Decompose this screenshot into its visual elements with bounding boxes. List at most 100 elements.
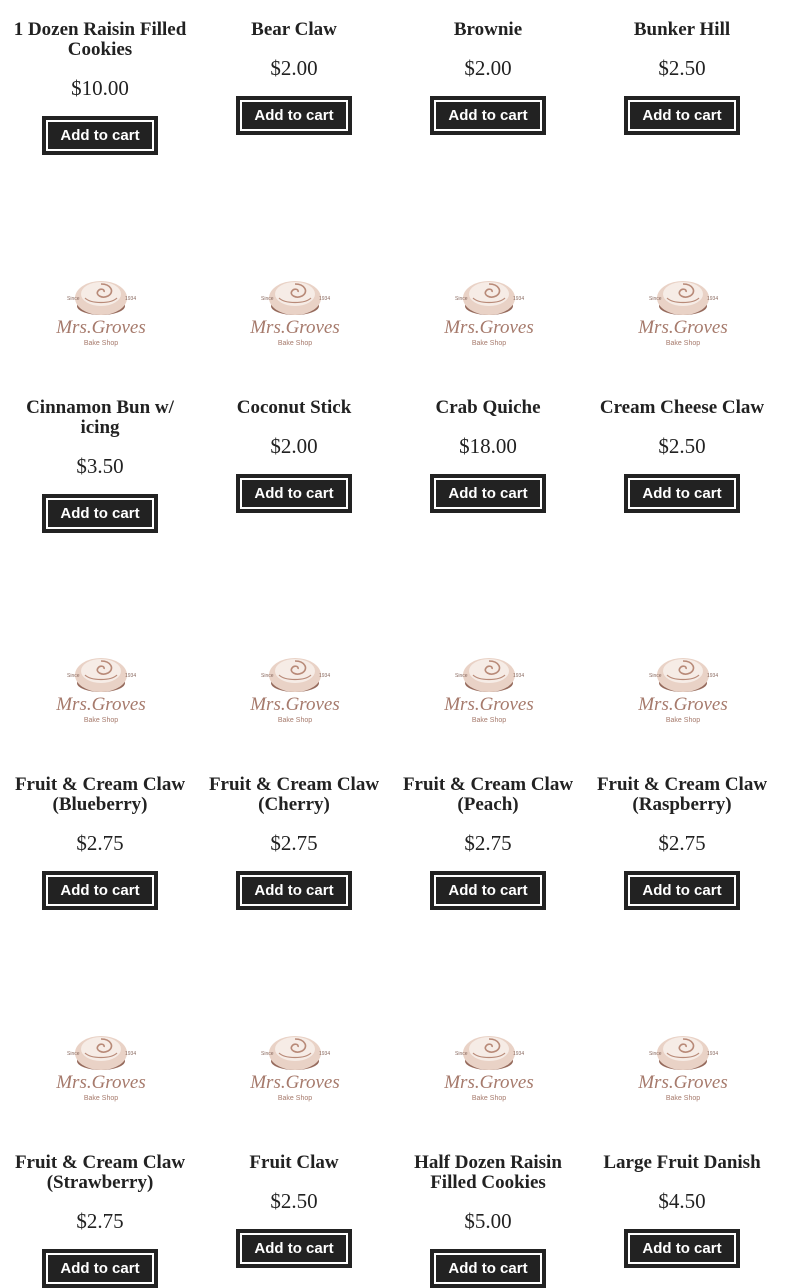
svg-text:1934: 1934: [707, 1051, 718, 1057]
add-to-cart-button[interactable]: Add to cart: [42, 1249, 158, 1288]
product-image-logo[interactable]: Since 1934 Mrs.Groves Bake Shop: [627, 262, 739, 348]
svg-text:Since: Since: [261, 296, 274, 302]
product-image-logo[interactable]: Since 1934 Mrs.Groves Bake Shop: [627, 639, 739, 725]
product-image-logo[interactable]: Since 1934 Mrs.Groves Bake Shop: [45, 262, 157, 348]
svg-text:Since: Since: [261, 1051, 274, 1057]
add-to-cart-button[interactable]: Add to cart: [42, 494, 158, 533]
add-to-cart-label: Add to cart: [60, 505, 140, 522]
svg-text:Since: Since: [261, 673, 274, 679]
product-card: Since 1934 Mrs.Groves Bake Shop Large Fr…: [585, 774, 779, 1268]
svg-text:Since: Since: [649, 1051, 662, 1057]
add-to-cart-label: Add to cart: [642, 882, 722, 899]
svg-text:1934: 1934: [513, 296, 524, 302]
svg-text:Mrs.Groves: Mrs.Groves: [637, 1072, 728, 1093]
product-info: Half Dozen Raisin Filled Cookies $5.00 Add…: [391, 1153, 585, 1288]
svg-text:Since: Since: [67, 673, 80, 679]
add-to-cart-button[interactable]: Add to cart: [236, 96, 352, 135]
product-image-logo[interactable]: Since 1934 Mrs.Groves Bake Shop: [45, 639, 157, 725]
product-card: Since 1934 Mrs.Groves Bake Shop Crab Qui…: [391, 19, 585, 513]
bake-shop-logo: Since 1934 Mrs.Groves Bake Shop: [55, 281, 146, 347]
product-image-logo[interactable]: Since 1934 Mrs.Groves Bake Shop: [45, 1017, 157, 1103]
add-to-cart-label: Add to cart: [60, 127, 140, 144]
product-row: Since 1934 Mrs.Groves Bake Shop Cinnamon…: [0, 19, 785, 533]
add-to-cart-label: Add to cart: [448, 107, 528, 124]
svg-text:1934: 1934: [319, 296, 330, 302]
add-to-cart-label: Add to cart: [642, 107, 722, 124]
add-to-cart-label: Add to cart: [448, 882, 528, 899]
product-price: $5.00: [464, 1209, 512, 1233]
svg-text:Bake Shop: Bake Shop: [278, 717, 312, 724]
svg-text:Since: Since: [649, 296, 662, 302]
product-image-logo[interactable]: Since 1934 Mrs.Groves Bake Shop: [433, 1017, 545, 1103]
product-card: Since 1934 Mrs.Groves Bake Shop Coconut …: [197, 19, 391, 513]
svg-text:Since: Since: [649, 673, 662, 679]
svg-text:Since: Since: [455, 673, 468, 679]
add-to-cart-button[interactable]: Add to cart: [430, 474, 546, 513]
add-to-cart-label: Add to cart: [448, 1260, 528, 1277]
svg-text:Bake Shop: Bake Shop: [278, 340, 312, 347]
product-price: $2.50: [270, 1189, 318, 1213]
product-image-logo[interactable]: Since 1934 Mrs.Groves Bake Shop: [239, 1017, 351, 1103]
product-image-logo[interactable]: Since 1934 Mrs.Groves Bake Shop: [433, 639, 545, 725]
product-card: Since 1934 Mrs.Groves Bake Shop Fruit & …: [585, 396, 779, 910]
add-to-cart-button[interactable]: Add to cart: [42, 116, 158, 155]
product-row: Since 1934 Mrs.Groves Bake Shop Fruit & …: [0, 774, 785, 1288]
bake-shop-logo: Since 1934 Mrs.Groves Bake Shop: [249, 658, 340, 724]
svg-text:1934: 1934: [707, 673, 718, 679]
product-card: Since 1934 Mrs.Groves Bake Shop Cinnamon…: [3, 19, 197, 533]
svg-text:Mrs.Groves: Mrs.Groves: [443, 1072, 534, 1093]
product-row: Since 1934 Mrs.Groves Bake Shop 1 Dozen …: [0, 0, 785, 155]
add-to-cart-label: Add to cart: [448, 485, 528, 502]
product-image-logo[interactable]: Since 1934 Mrs.Groves Bake Shop: [239, 639, 351, 725]
add-to-cart-button[interactable]: Add to cart: [430, 96, 546, 135]
svg-text:Mrs.Groves: Mrs.Groves: [55, 1072, 146, 1093]
add-to-cart-button[interactable]: Add to cart: [624, 871, 740, 910]
product-image-logo[interactable]: Since 1934 Mrs.Groves Bake Shop: [433, 262, 545, 348]
add-to-cart-button[interactable]: Add to cart: [236, 474, 352, 513]
svg-text:Bake Shop: Bake Shop: [472, 340, 506, 347]
svg-text:Bake Shop: Bake Shop: [666, 717, 700, 724]
bake-shop-logo: Since 1934 Mrs.Groves Bake Shop: [443, 1036, 534, 1102]
svg-text:Bake Shop: Bake Shop: [666, 1095, 700, 1102]
svg-text:1934: 1934: [513, 1051, 524, 1057]
svg-text:1934: 1934: [707, 296, 718, 302]
add-to-cart-button[interactable]: Add to cart: [42, 871, 158, 910]
bake-shop-logo: Since 1934 Mrs.Groves Bake Shop: [637, 1036, 728, 1102]
product-title[interactable]: Fruit Claw: [207, 1153, 381, 1173]
svg-text:Bake Shop: Bake Shop: [666, 340, 700, 347]
add-to-cart-button[interactable]: Add to cart: [624, 474, 740, 513]
svg-text:Since: Since: [455, 1051, 468, 1057]
product-card: Since 1934 Mrs.Groves Bake Shop Fruit & …: [3, 396, 197, 910]
add-to-cart-button[interactable]: Add to cart: [430, 871, 546, 910]
add-to-cart-button[interactable]: Add to cart: [236, 1229, 352, 1268]
product-title[interactable]: Fruit & Cream Claw (Strawberry): [13, 1153, 187, 1193]
product-image-logo[interactable]: Since 1934 Mrs.Groves Bake Shop: [239, 262, 351, 348]
add-to-cart-button[interactable]: Add to cart: [624, 96, 740, 135]
product-card: Since 1934 Mrs.Groves Bake Shop Cream Ch…: [585, 19, 779, 513]
svg-text:Since: Since: [455, 296, 468, 302]
svg-text:Mrs.Groves: Mrs.Groves: [249, 317, 340, 338]
product-info: Fruit Claw $2.50 Add to cart: [197, 1153, 391, 1268]
svg-text:Mrs.Groves: Mrs.Groves: [637, 694, 728, 715]
product-info: Fruit & Cream Claw (Strawberry) $2.75 Add …: [3, 1153, 197, 1288]
product-image-logo[interactable]: Since 1934 Mrs.Groves Bake Shop: [627, 1017, 739, 1103]
product-card: Since 1934 Mrs.Groves Bake Shop Fruit & …: [391, 396, 585, 910]
product-title[interactable]: Large Fruit Danish: [595, 1153, 769, 1173]
product-info: Large Fruit Danish $4.50 Add to cart: [585, 1153, 779, 1268]
svg-text:Mrs.Groves: Mrs.Groves: [55, 317, 146, 338]
bake-shop-logo: Since 1934 Mrs.Groves Bake Shop: [443, 281, 534, 347]
product-card: Since 1934 Mrs.Groves Bake Shop Brownie$…: [391, 0, 585, 135]
add-to-cart-label: Add to cart: [60, 1260, 140, 1277]
product-card: Since 1934 Mrs.Groves Bake Shop Fruit Cl…: [197, 774, 391, 1268]
bake-shop-logo: Since 1934 Mrs.Groves Bake Shop: [637, 281, 728, 347]
svg-text:Since: Since: [67, 296, 80, 302]
svg-text:Bake Shop: Bake Shop: [472, 1095, 506, 1102]
add-to-cart-button[interactable]: Add to cart: [624, 1229, 740, 1268]
svg-text:Bake Shop: Bake Shop: [472, 717, 506, 724]
product-price: $2.75: [76, 1209, 124, 1233]
product-title[interactable]: Half Dozen Raisin Filled Cookies: [401, 1153, 575, 1193]
product-card: Since 1934 Mrs.Groves Bake Shop Bunker H…: [585, 0, 779, 135]
svg-text:1934: 1934: [125, 296, 136, 302]
add-to-cart-button[interactable]: Add to cart: [236, 871, 352, 910]
add-to-cart-button[interactable]: Add to cart: [430, 1249, 546, 1288]
